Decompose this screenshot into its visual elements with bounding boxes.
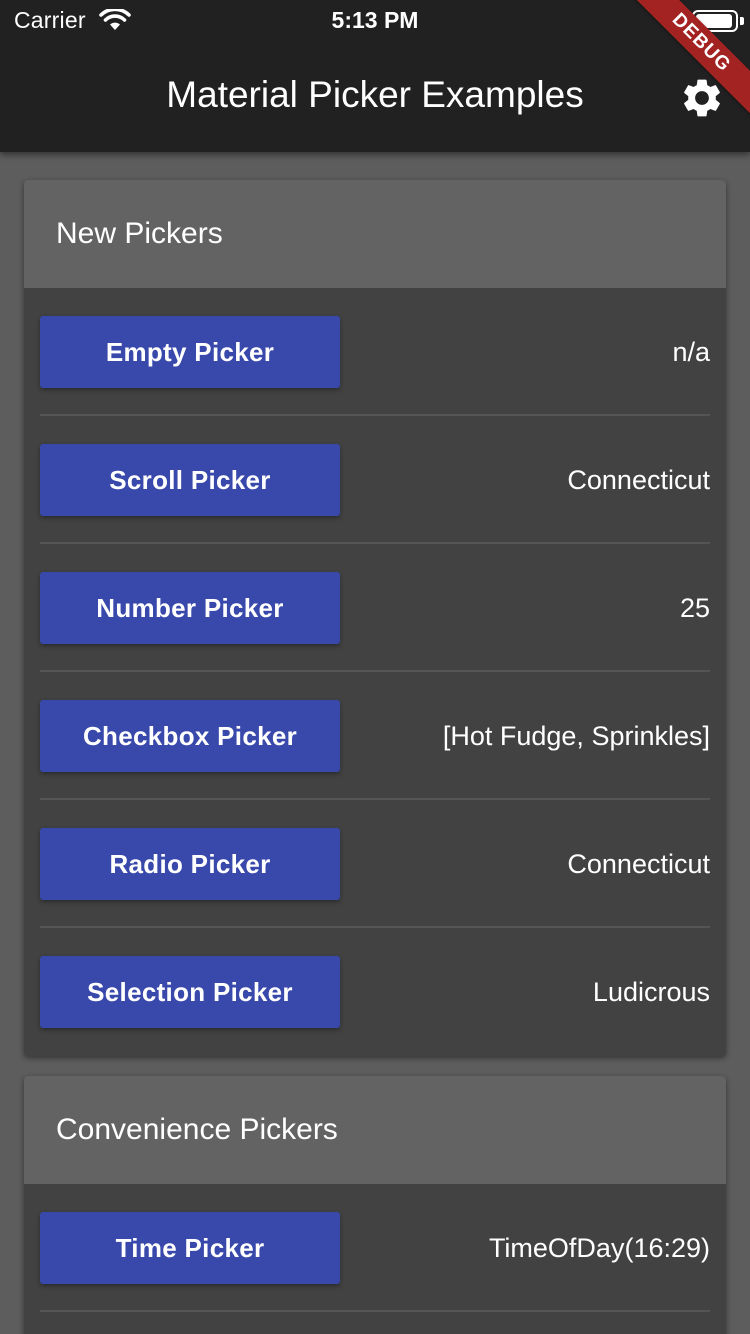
picker-value: Connecticut (567, 848, 710, 879)
selection-picker-button[interactable]: Selection Picker (40, 956, 340, 1028)
empty-picker-button[interactable]: Empty Picker (40, 316, 340, 388)
picker-value: 25 (679, 592, 710, 623)
time-picker-button[interactable]: Time Picker (40, 1212, 340, 1284)
list-item: Number Picker 25 (24, 544, 726, 672)
radio-picker-button[interactable]: Radio Picker (40, 828, 340, 900)
page-title: Material Picker Examples (166, 74, 584, 115)
status-time: 5:13 PM (331, 7, 419, 33)
battery-tip (740, 17, 744, 25)
card-convenience-pickers: Convenience Pickers Time Picker TimeOfDa… (24, 1076, 726, 1334)
picker-value: Ludicrous (592, 976, 710, 1007)
list-item: Radio Picker Connecticut (24, 800, 726, 928)
list-item: Time Picker TimeOfDay(16:29) (24, 1184, 726, 1312)
scroll-picker-button[interactable]: Scroll Picker (40, 444, 340, 516)
status-bar: Carrier 5:13 PM (0, 0, 750, 40)
list-item: Checkbox Picker [Hot Fudge, Sprinkles] (24, 672, 726, 800)
list-item: Selection Picker Ludicrous (24, 928, 726, 1056)
app-header: Carrier 5:13 PM Material Picker Examples… (0, 0, 750, 152)
picker-value: TimeOfDay(16:29) (488, 1232, 710, 1263)
picker-value: Connecticut (567, 464, 710, 495)
picker-value: n/a (672, 336, 710, 367)
list-item: Scroll Picker Connecticut (24, 416, 726, 544)
number-picker-button[interactable]: Number Picker (40, 572, 340, 644)
card-header: Convenience Pickers (24, 1076, 726, 1184)
app-root: Carrier 5:13 PM Material Picker Examples… (0, 0, 750, 1334)
card-header: New Pickers (24, 180, 726, 288)
list-item: Empty Picker n/a (24, 288, 726, 416)
divider (40, 1310, 710, 1312)
card-new-pickers: New Pickers Empty Picker n/a Scroll Pick… (24, 180, 726, 1056)
picker-value: [Hot Fudge, Sprinkles] (442, 720, 710, 751)
checkbox-picker-button[interactable]: Checkbox Picker (40, 700, 340, 772)
